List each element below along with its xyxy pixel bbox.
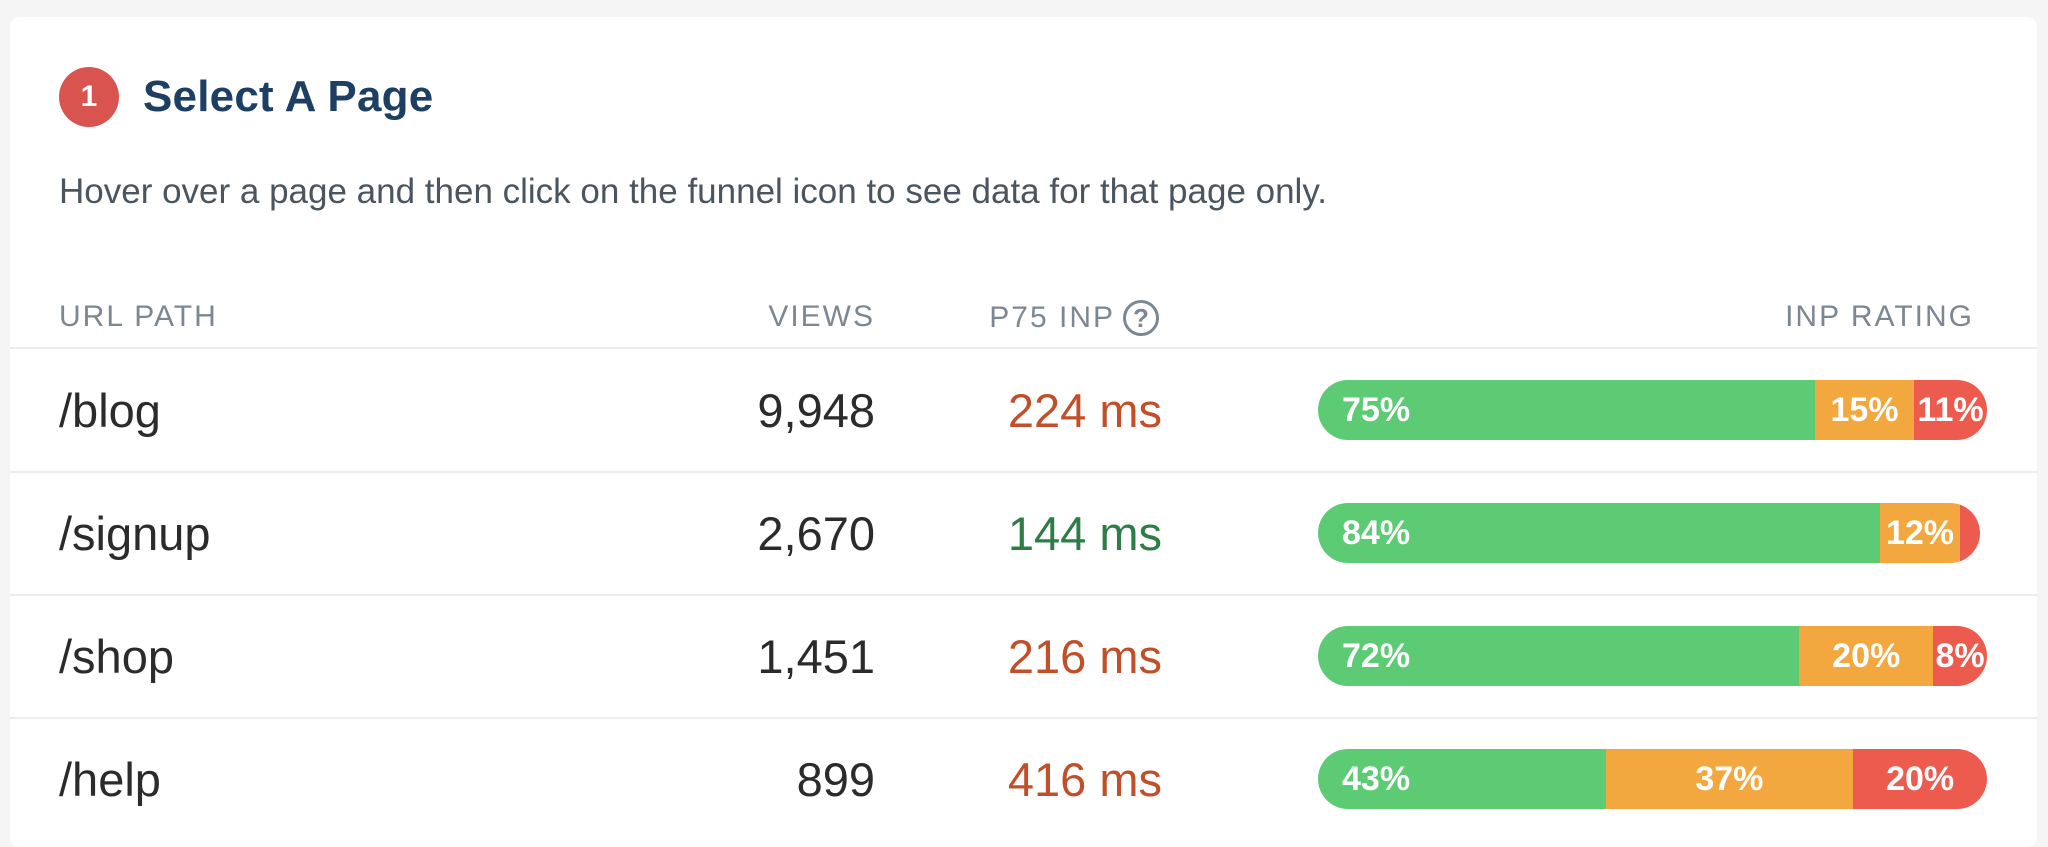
table-row[interactable]: /signup 2,670 144 ms 84% 12% <box>10 473 2037 594</box>
header-divider <box>10 347 2037 349</box>
step-title: Select A Page <box>143 72 434 121</box>
inp-rating-bar: 75% 15% 11% <box>1318 380 1987 440</box>
instructions-text: Hover over a page and then click on the … <box>59 172 1327 211</box>
views-cell: 899 <box>796 753 875 806</box>
table-row[interactable]: /shop 1,451 216 ms 72% 20% 8% <box>10 596 2037 717</box>
step-header: 1 Select A Page <box>59 67 433 127</box>
step-number-badge: 1 <box>59 67 119 127</box>
rating-segment-poor: 11% <box>1914 380 1987 440</box>
rating-segment-good: 84% <box>1318 503 1880 563</box>
select-page-card: 1 Select A Page Hover over a page and th… <box>10 17 2037 847</box>
url-path-cell: /blog <box>59 384 161 437</box>
p75-inp-cell: 144 ms <box>1007 507 1162 560</box>
rating-segment-good: 75% <box>1318 380 1815 440</box>
column-header-p75-inp[interactable]: P75 INP ? <box>989 300 1159 336</box>
rating-segment-needs-improvement: 15% <box>1815 380 1914 440</box>
views-cell: 1,451 <box>757 630 875 683</box>
rating-segment-good: 43% <box>1318 749 1606 809</box>
url-path-cell: /help <box>59 753 161 806</box>
question-circle-icon[interactable]: ? <box>1123 300 1159 336</box>
column-header-p75-inp-label: P75 INP <box>989 301 1115 334</box>
views-cell: 9,948 <box>757 384 875 437</box>
column-header-views[interactable]: VIEWS <box>768 300 875 334</box>
table-row[interactable]: /help 899 416 ms 43% 37% 20% <box>10 719 2037 840</box>
rating-segment-poor <box>1960 503 1980 563</box>
rating-segment-good: 72% <box>1318 626 1800 686</box>
rating-segment-needs-improvement: 12% <box>1880 503 1960 563</box>
rating-segment-poor: 8% <box>1933 626 1987 686</box>
rating-segment-poor: 20% <box>1853 749 1987 809</box>
views-cell: 2,670 <box>757 507 875 560</box>
table-row[interactable]: /blog 9,948 224 ms 75% 15% 11% <box>10 350 2037 471</box>
p75-inp-cell: 416 ms <box>1007 753 1162 806</box>
rating-segment-needs-improvement: 37% <box>1605 749 1854 809</box>
inp-rating-bar: 72% 20% 8% <box>1318 626 1987 686</box>
inp-rating-bar: 43% 37% 20% <box>1318 749 1987 809</box>
p75-inp-cell: 216 ms <box>1007 630 1162 683</box>
inp-rating-bar: 84% 12% <box>1318 503 1980 563</box>
url-path-cell: /signup <box>59 507 211 560</box>
rating-segment-needs-improvement: 20% <box>1799 626 1934 686</box>
url-path-cell: /shop <box>59 630 174 683</box>
p75-inp-cell: 224 ms <box>1007 384 1162 437</box>
column-header-inp-rating[interactable]: INP RATING <box>1785 300 1974 334</box>
column-header-url-path[interactable]: URL PATH <box>59 300 218 334</box>
